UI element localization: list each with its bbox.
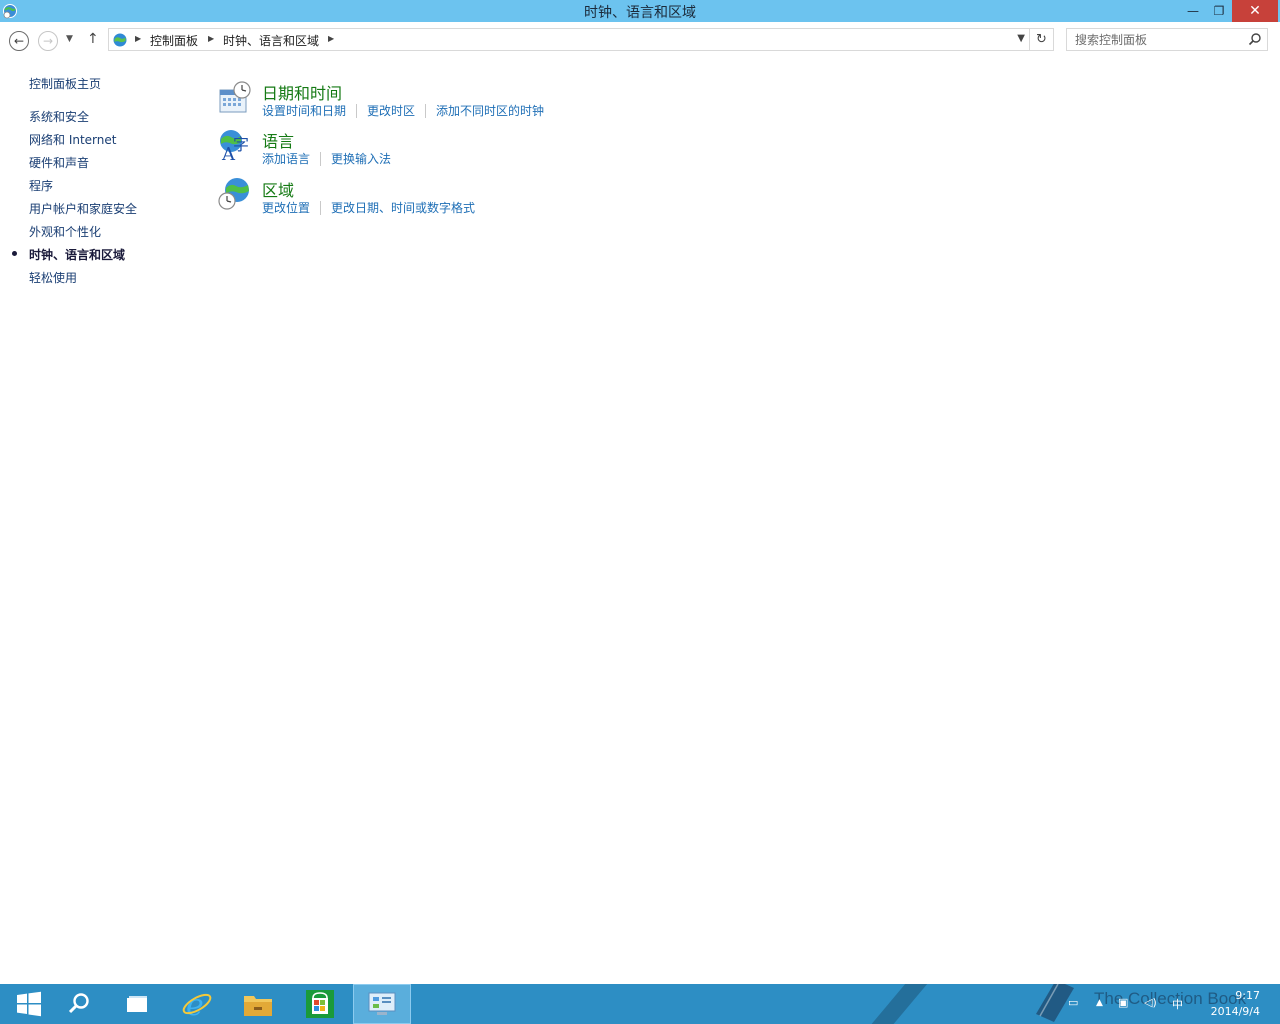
nav-system-security[interactable]: 系统和安全 — [29, 108, 89, 125]
breadcrumb-control-panel[interactable]: 控制面板 — [150, 32, 198, 49]
arrow-left-icon: ← — [13, 34, 25, 48]
store-icon — [306, 990, 334, 1018]
taskbar-decoration — [854, 984, 928, 1024]
link-change-time-zone[interactable]: 更改时区 — [367, 104, 415, 118]
system-tray: ▭ ▲ ▣ ◁) 中 9:17 2014/9/4 — [1060, 984, 1280, 1024]
breadcrumb-separator-icon[interactable]: ▶ — [208, 34, 214, 43]
windows-logo-icon — [17, 991, 41, 1017]
search-input[interactable] — [1075, 32, 1245, 48]
window-title: 时钟、语言和区域 — [584, 5, 696, 21]
network-icon[interactable]: ▣ — [1118, 996, 1128, 1009]
link-add-language[interactable]: 添加语言 — [262, 152, 310, 166]
arrow-up-icon: ↑ — [87, 31, 99, 47]
category-title[interactable]: 区域 — [262, 177, 294, 201]
search-icon — [68, 993, 89, 1014]
clock-date: 2014/9/4 — [1210, 1005, 1260, 1018]
category-links: 添加语言 更换输入法 — [262, 150, 391, 167]
volume-icon[interactable]: ◁) — [1144, 996, 1157, 1009]
nav-user-accounts[interactable]: 用户帐户和家庭安全 — [29, 200, 137, 217]
maximize-button[interactable]: ❐ — [1206, 0, 1232, 22]
clock[interactable]: 9:17 2014/9/4 — [1211, 988, 1260, 1020]
link-change-formats[interactable]: 更改日期、时间或数字格式 — [331, 201, 475, 215]
link-add-clocks[interactable]: 添加不同时区的时钟 — [436, 104, 544, 118]
link-change-input-method[interactable]: 更换输入法 — [331, 152, 391, 166]
svg-text:e: e — [186, 988, 204, 1020]
link-divider — [356, 104, 358, 118]
taskbar: e The Collection Book ▭ ▲ ▣ ◁) 中 9:17 20… — [0, 984, 1280, 1024]
link-divider — [320, 201, 322, 215]
nav-network-internet[interactable]: 网络和 Internet — [29, 131, 116, 148]
nav-programs[interactable]: 程序 — [29, 177, 53, 194]
nav-hardware-sound[interactable]: 硬件和声音 — [29, 154, 89, 171]
link-divider — [425, 104, 427, 118]
internet-explorer-button[interactable]: e — [168, 984, 226, 1024]
category-title[interactable]: 日期和时间 — [262, 80, 342, 104]
store-button[interactable] — [291, 984, 349, 1024]
navigation-bar: ← → ▼ ↑ ▶ 控制面板 ▶ 时钟、语言和区域 ▶ ▼ ↻ — [0, 22, 1280, 58]
nav-control-panel-home[interactable]: 控制面板主页 — [29, 75, 101, 92]
category-title[interactable]: 语言 — [262, 128, 294, 152]
control-panel-icon — [368, 992, 396, 1015]
nav-ease-of-access[interactable]: 轻松使用 — [29, 269, 77, 286]
breadcrumb-separator-icon[interactable]: ▶ — [135, 34, 141, 43]
current-item-bullet — [12, 251, 17, 256]
link-set-time-date[interactable]: 设置时间和日期 — [262, 104, 346, 118]
refresh-icon: ↻ — [1036, 32, 1047, 47]
file-explorer-button[interactable] — [229, 984, 287, 1024]
link-divider — [320, 152, 322, 166]
nav-appearance[interactable]: 外观和个性化 — [29, 223, 101, 240]
calendar-clock-icon[interactable] — [218, 80, 252, 114]
task-view-button[interactable] — [108, 984, 166, 1024]
recent-locations-dropdown[interactable]: ▼ — [66, 34, 73, 44]
arrow-right-icon: → — [42, 34, 54, 48]
language-icon[interactable]: A 字 — [218, 128, 252, 162]
title-bar: 时钟、语言和区域 — ❐ ✕ — [0, 0, 1280, 22]
action-center-icon[interactable]: ▭ — [1068, 996, 1078, 1009]
breadcrumb-separator-icon[interactable]: ▶ — [328, 34, 334, 43]
category-links: 更改位置 更改日期、时间或数字格式 — [262, 199, 475, 216]
link-change-location[interactable]: 更改位置 — [262, 201, 310, 215]
folder-icon — [244, 996, 272, 1016]
show-hidden-icons-icon[interactable]: ▲ — [1096, 998, 1103, 1008]
control-panel-globe-icon — [113, 33, 127, 47]
up-button[interactable]: ↑ — [87, 31, 99, 47]
breadcrumb-current[interactable]: 时钟、语言和区域 — [223, 32, 319, 49]
forward-button[interactable]: → — [38, 31, 58, 51]
input-method-indicator[interactable]: 中 — [1172, 996, 1183, 1012]
globe-clock-icon[interactable] — [218, 177, 252, 211]
chevron-down-icon[interactable]: ▼ — [1017, 33, 1025, 44]
back-button[interactable]: ← — [9, 31, 29, 51]
close-button[interactable]: ✕ — [1232, 0, 1278, 22]
clock-time: 9:17 — [1235, 989, 1260, 1002]
search-box[interactable] — [1066, 28, 1268, 51]
svg-text:字: 字 — [233, 135, 249, 154]
search-icon[interactable] — [1248, 32, 1262, 46]
address-bar[interactable]: ▶ 控制面板 ▶ 时钟、语言和区域 ▶ ▼ — [108, 28, 1030, 51]
refresh-button[interactable]: ↻ — [1030, 28, 1054, 51]
category-links: 设置时间和日期 更改时区 添加不同时区的时钟 — [262, 102, 544, 119]
minimize-button[interactable]: — — [1180, 0, 1206, 22]
internet-explorer-icon: e — [182, 988, 212, 1020]
search-taskbar-button[interactable] — [50, 984, 108, 1024]
nav-clock-language-region: 时钟、语言和区域 — [29, 248, 126, 262]
task-view-icon — [127, 996, 147, 1012]
control-panel-taskbar-button[interactable] — [353, 984, 411, 1024]
